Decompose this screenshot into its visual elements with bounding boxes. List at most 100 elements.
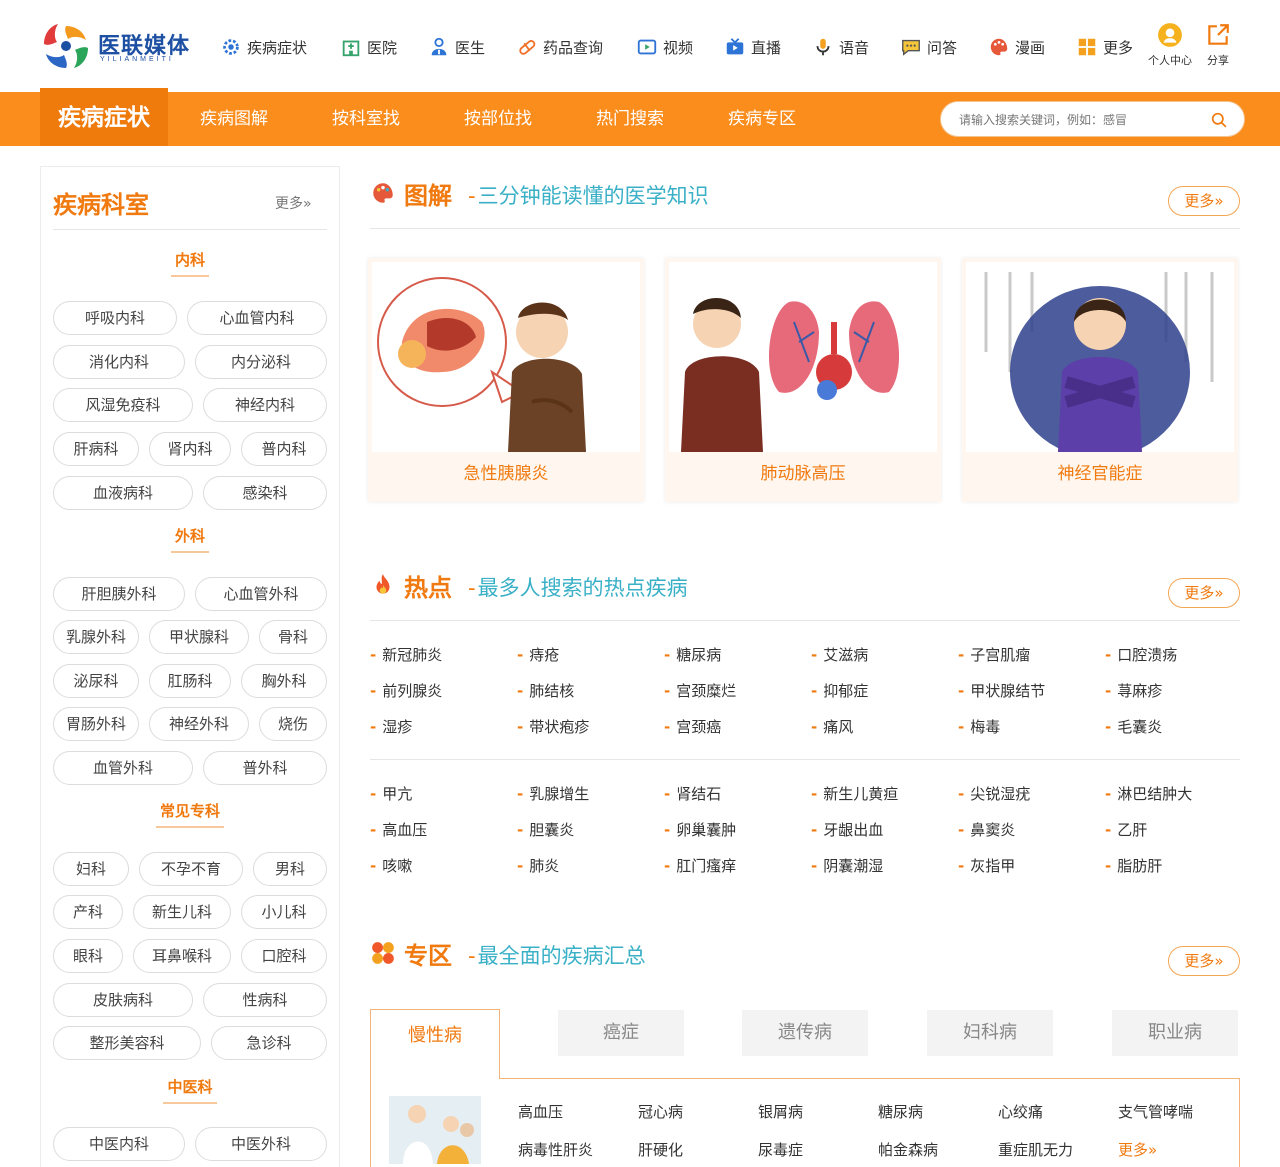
hot-disease-link[interactable]: 糖尿病 — [664, 644, 721, 665]
hot-disease-link[interactable]: 咳嗽 — [370, 855, 412, 876]
hot-disease-link[interactable]: 宫颈癌 — [664, 716, 721, 737]
dept-pill[interactable]: 心血管内科 — [187, 301, 327, 335]
dept-pill[interactable]: 性病科 — [203, 983, 327, 1017]
main-nav-active-tab[interactable]: 疾病症状 — [40, 88, 168, 146]
dept-pill[interactable]: 新生儿科 — [133, 895, 231, 929]
zone-disease-link[interactable]: 尿毒症 — [758, 1139, 803, 1160]
zone-disease-link[interactable]: 心绞痛 — [998, 1101, 1043, 1122]
hot-disease-link[interactable]: 毛囊炎 — [1105, 716, 1162, 737]
dept-pill[interactable]: 泌尿科 — [53, 664, 139, 698]
zone-disease-link[interactable]: 帕金森病 — [878, 1139, 938, 1160]
topnav-disease[interactable]: 疾病症状 — [220, 34, 307, 60]
dept-pill[interactable]: 甲状腺科 — [149, 620, 249, 654]
search-input[interactable] — [959, 110, 1199, 130]
topnav-doctor[interactable]: 医生 — [428, 34, 485, 60]
zone-disease-link[interactable]: 银屑病 — [758, 1101, 803, 1122]
hot-disease-link[interactable]: 梅毒 — [958, 716, 1000, 737]
search-icon[interactable] — [1211, 112, 1228, 129]
dept-pill[interactable]: 血管外科 — [53, 751, 193, 785]
tab-chronic[interactable]: 慢性病 — [370, 1009, 500, 1079]
hot-disease-link[interactable]: 高血压 — [370, 819, 427, 840]
dept-pill[interactable]: 骨科 — [259, 620, 327, 654]
zone-disease-link[interactable]: 肝硬化 — [638, 1139, 683, 1160]
hot-disease-link[interactable]: 肛门瘙痒 — [664, 855, 736, 876]
dept-pill[interactable]: 整形美容科 — [53, 1026, 201, 1060]
hot-disease-link[interactable]: 乳腺增生 — [517, 783, 589, 804]
dept-pill[interactable]: 中医外科 — [195, 1127, 327, 1161]
hot-disease-link[interactable]: 肾结石 — [664, 783, 721, 804]
dept-pill[interactable]: 不孕不育 — [139, 852, 243, 886]
topnav-more[interactable]: 更多 — [1076, 34, 1133, 60]
dept-pill[interactable]: 肛肠科 — [149, 664, 231, 698]
hot-disease-link[interactable]: 艾滋病 — [811, 644, 868, 665]
dept-pill[interactable]: 胃肠外科 — [53, 707, 139, 741]
hot-disease-link[interactable]: 新冠肺炎 — [370, 644, 442, 665]
brand-logo[interactable]: 医联媒体 YILIANMEITI — [40, 22, 195, 70]
hot-disease-link[interactable]: 子宫肌瘤 — [958, 644, 1030, 665]
dept-pill[interactable]: 产科 — [53, 895, 123, 929]
zone-disease-link[interactable]: 重症肌无力 — [998, 1139, 1073, 1160]
dept-pill[interactable]: 烧伤 — [259, 707, 327, 741]
topnav-video[interactable]: 视频 — [636, 34, 693, 60]
hot-disease-link[interactable]: 肺结核 — [517, 680, 574, 701]
hot-disease-link[interactable]: 荨麻疹 — [1105, 680, 1162, 701]
dept-pill[interactable]: 妇科 — [53, 852, 129, 886]
hot-disease-link[interactable]: 甲状腺结节 — [958, 680, 1045, 701]
tujie-card[interactable]: 神经官能症 — [962, 258, 1238, 502]
sidebar-more-link[interactable]: 更多» — [275, 193, 312, 213]
topnav-voice[interactable]: 语音 — [812, 34, 869, 60]
hot-disease-link[interactable]: 带状疱疹 — [517, 716, 589, 737]
dept-pill[interactable]: 呼吸内科 — [53, 301, 177, 335]
tab-cancer[interactable]: 癌症 — [558, 1010, 684, 1056]
tab-genetic[interactable]: 遗传病 — [742, 1010, 868, 1056]
dept-pill[interactable]: 普内科 — [241, 432, 327, 466]
zone-disease-link[interactable]: 冠心病 — [638, 1101, 683, 1122]
dept-pill[interactable]: 心血管外科 — [195, 577, 327, 611]
dept-pill[interactable]: 皮肤病科 — [53, 983, 193, 1017]
tujie-card[interactable]: 肺动脉高压 — [665, 258, 941, 502]
dept-pill[interactable]: 肾内科 — [149, 432, 231, 466]
dept-pill[interactable]: 小儿科 — [241, 895, 327, 929]
hot-disease-link[interactable]: 前列腺炎 — [370, 680, 442, 701]
main-nav-tujie[interactable]: 疾病图解 — [200, 92, 268, 146]
hot-disease-link[interactable]: 尖锐湿疣 — [958, 783, 1030, 804]
tab-occupational[interactable]: 职业病 — [1112, 1010, 1238, 1056]
dept-pill[interactable]: 急诊科 — [211, 1026, 327, 1060]
redian-more-button[interactable]: 更多» — [1168, 578, 1240, 608]
tujie-card[interactable]: 急性胰腺炎 — [368, 258, 644, 502]
hot-disease-link[interactable]: 灰指甲 — [958, 855, 1015, 876]
zone-disease-link[interactable]: 高血压 — [518, 1101, 563, 1122]
dept-pill[interactable]: 眼科 — [53, 939, 123, 973]
dept-pill[interactable]: 乳腺外科 — [53, 620, 139, 654]
topnav-drug[interactable]: 药品查询 — [516, 34, 603, 60]
topnav-qa[interactable]: 问答 — [900, 34, 957, 60]
dept-pill[interactable]: 感染科 — [203, 476, 327, 510]
share-link[interactable]: 分享 — [1190, 22, 1246, 68]
dept-pill[interactable]: 口腔科 — [241, 939, 327, 973]
zone-disease-link[interactable]: 支气管哮喘 — [1118, 1101, 1193, 1122]
hot-disease-link[interactable]: 口腔溃疡 — [1105, 644, 1177, 665]
hot-disease-link[interactable]: 牙龈出血 — [811, 819, 883, 840]
hot-disease-link[interactable]: 痛风 — [811, 716, 853, 737]
dept-pill[interactable]: 普外科 — [203, 751, 327, 785]
dept-pill[interactable]: 消化内科 — [53, 345, 185, 379]
zone-disease-link[interactable]: 病毒性肝炎 — [518, 1139, 593, 1160]
hot-disease-link[interactable]: 宫颈糜烂 — [664, 680, 736, 701]
dept-pill[interactable]: 神经外科 — [149, 707, 249, 741]
hot-disease-link[interactable]: 乙肝 — [1105, 819, 1147, 840]
dept-pill[interactable]: 内分泌科 — [195, 345, 327, 379]
hot-disease-link[interactable]: 脂肪肝 — [1105, 855, 1162, 876]
dept-pill[interactable]: 血液病科 — [53, 476, 193, 510]
dept-pill[interactable]: 神经内科 — [203, 388, 327, 422]
main-nav-zone[interactable]: 疾病专区 — [728, 92, 796, 146]
main-nav-by-body-part[interactable]: 按部位找 — [464, 92, 532, 146]
hot-disease-link[interactable]: 淋巴结肿大 — [1105, 783, 1192, 804]
tujie-more-button[interactable]: 更多» — [1168, 186, 1240, 216]
hot-disease-link[interactable]: 新生儿黄疸 — [811, 783, 898, 804]
hot-disease-link[interactable]: 卵巢囊肿 — [664, 819, 736, 840]
topnav-hospital[interactable]: 医院 — [340, 34, 397, 60]
dept-pill[interactable]: 肝病科 — [53, 432, 139, 466]
hot-disease-link[interactable]: 肺炎 — [517, 855, 559, 876]
tab-gynecology[interactable]: 妇科病 — [927, 1010, 1053, 1056]
hot-disease-link[interactable]: 胆囊炎 — [517, 819, 574, 840]
